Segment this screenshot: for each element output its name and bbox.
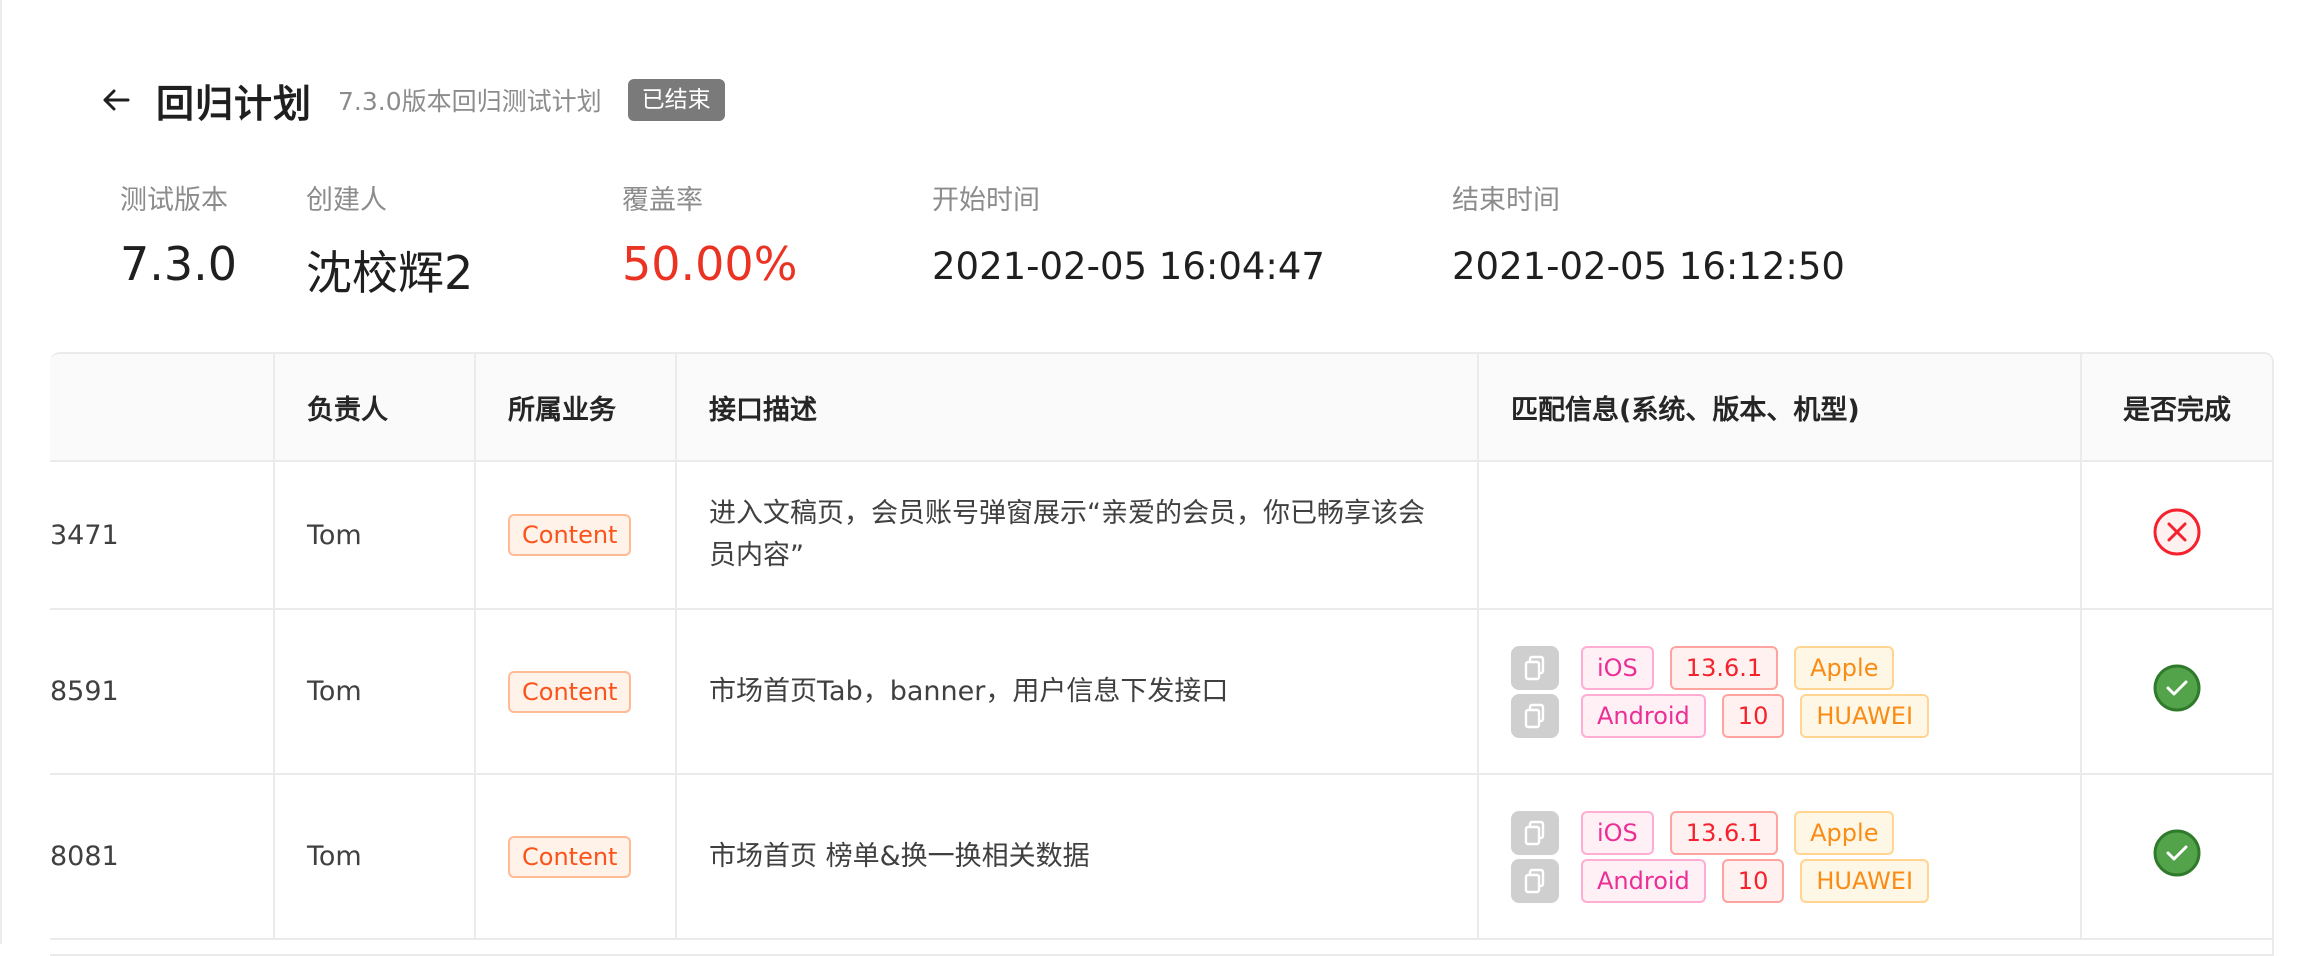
match-entry: Android 10 HUAWEI [1511, 692, 2048, 740]
copy-icon [1524, 655, 1545, 680]
stat-creator: 创建人 沈校辉2 [306, 178, 473, 303]
stat-value: 7.3.0 [120, 237, 238, 291]
arrow-left-icon [103, 89, 130, 111]
stat-value: 沈校辉2 [306, 246, 474, 300]
cell-match-info: iOS 13.6.1 Apple Android 10 HUAWEI [1478, 609, 2082, 775]
stat-label: 测试版本 [120, 185, 228, 216]
brand-tag: HUAWEI [1800, 693, 1930, 738]
cell-business: Content [475, 609, 677, 775]
check-circle-icon [2153, 664, 2201, 712]
cell-business: Content [475, 461, 677, 610]
stat-start-time: 开始时间 2021-02-05 16:04:47 [932, 178, 1325, 288]
stat-value: 2021-02-05 16:12:50 [1452, 245, 1845, 288]
page-title: 回归计划 [156, 81, 313, 126]
match-entry: iOS 13.6.1 Apple [1511, 809, 2048, 857]
page-left-border [0, 0, 2, 944]
page-header: 回归计划 7.3.0版本回归测试计划 已结束 [96, 72, 725, 128]
page-subtitle: 7.3.0版本回归测试计划 [338, 87, 602, 116]
os-tag: iOS [1581, 810, 1654, 855]
copy-icon [1524, 820, 1545, 845]
cell-description: 进入文稿页，会员账号弹窗展示“亲爱的会员，你已畅享该会员内容” [676, 461, 1479, 610]
column-header-done: 是否完成 [2081, 354, 2272, 462]
stat-version: 测试版本 7.3.0 [120, 178, 237, 291]
column-header-owner: 负责人 [274, 354, 476, 462]
stat-value: 2021-02-05 16:04:47 [932, 245, 1325, 288]
close-circle-icon [2153, 508, 2201, 555]
cell-owner: Tom [274, 461, 476, 610]
column-header-id [50, 354, 275, 462]
version-tag: 13.6.1 [1669, 645, 1779, 690]
stat-label: 结束时间 [1452, 185, 1560, 216]
cell-match-info: iOS 13.6.1 Apple Android 10 HUAWEI [1478, 774, 2082, 940]
column-header-description: 接口描述 [676, 354, 1479, 462]
cell-owner: Tom [274, 609, 476, 775]
cell-done [2081, 774, 2272, 940]
table-row[interactable]: 8081 Tom Content 市场首页 榜单&换一换相关数据 iOS 13.… [50, 774, 2272, 940]
stat-coverage: 覆盖率 50.00% [622, 178, 797, 291]
match-entry: Android 10 HUAWEI [1511, 857, 2048, 905]
table-row[interactable]: 8591 Tom Content 市场首页Tab，banner，用户信息下发接口… [50, 609, 2272, 775]
business-tag: Content [508, 514, 632, 556]
cell-match-info [1478, 461, 2082, 610]
cell-done [2081, 461, 2272, 610]
check-circle-icon [2153, 829, 2201, 877]
stat-value: 50.00% [622, 237, 798, 291]
copy-button[interactable] [1511, 858, 1559, 903]
os-tag: Android [1581, 693, 1706, 738]
column-header-match-info: 匹配信息(系统、版本、机型) [1478, 354, 2082, 462]
brand-tag: HUAWEI [1800, 858, 1930, 903]
version-tag: 13.6.1 [1669, 810, 1779, 855]
cell-business: Content [475, 774, 677, 940]
cell-description: 市场首页 榜单&换一换相关数据 [676, 774, 1479, 940]
stat-label: 开始时间 [932, 185, 1040, 216]
brand-tag: Apple [1794, 810, 1895, 855]
regression-table: 负责人 所属业务 接口描述 匹配信息(系统、版本、机型) 是否完成 3471 T… [50, 352, 2274, 956]
cell-id: 8081 [50, 774, 275, 940]
business-tag: Content [508, 670, 632, 713]
stat-label: 覆盖率 [622, 185, 703, 216]
match-entry: iOS 13.6.1 Apple [1511, 644, 2048, 692]
cell-owner: Tom [274, 774, 476, 940]
copy-button[interactable] [1511, 645, 1559, 690]
business-tag: Content [508, 835, 632, 878]
table-header-row: 负责人 所属业务 接口描述 匹配信息(系统、版本、机型) 是否完成 [50, 354, 2272, 462]
os-tag: iOS [1581, 645, 1654, 690]
stat-end-time: 结束时间 2021-02-05 16:12:50 [1452, 178, 1845, 288]
copy-button[interactable] [1511, 810, 1559, 855]
copy-icon [1524, 703, 1545, 728]
cell-id: 3471 [50, 461, 275, 610]
stat-label: 创建人 [306, 185, 387, 216]
copy-button[interactable] [1511, 693, 1559, 738]
copy-icon [1524, 868, 1545, 893]
cell-done [2081, 609, 2272, 775]
brand-tag: Apple [1794, 645, 1895, 690]
os-tag: Android [1581, 858, 1706, 903]
cell-description: 市场首页Tab，banner，用户信息下发接口 [676, 609, 1479, 775]
cell-id: 8591 [50, 609, 275, 775]
version-tag: 10 [1721, 693, 1785, 738]
status-badge: 已结束 [627, 79, 725, 121]
back-button[interactable] [96, 80, 136, 120]
column-header-business: 所属业务 [475, 354, 677, 462]
version-tag: 10 [1721, 858, 1785, 903]
table-row[interactable]: 3471 Tom Content 进入文稿页，会员账号弹窗展示“亲爱的会员，你已… [50, 461, 2272, 610]
